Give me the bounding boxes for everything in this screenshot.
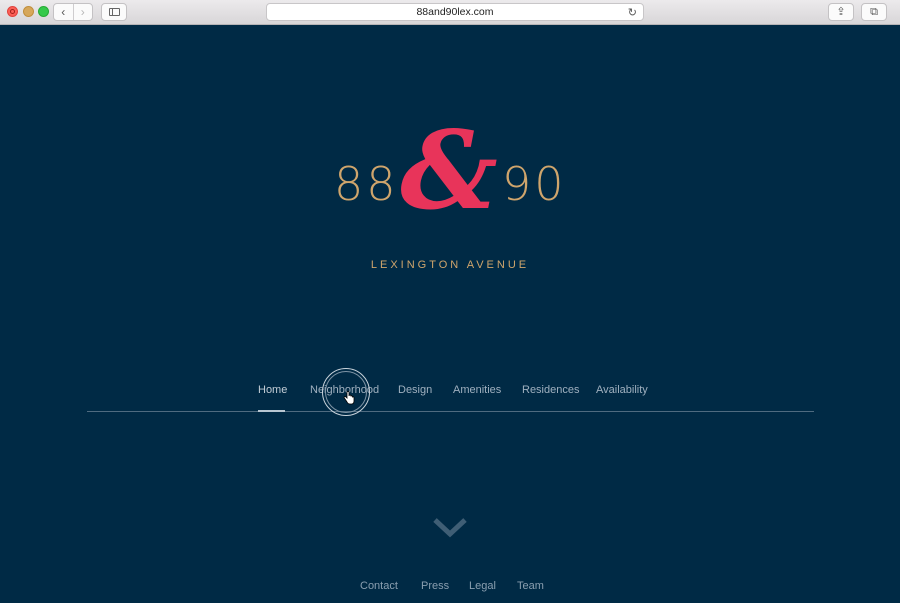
browser-window: ‹ › 88and90lex.com ↻ ⇪ ⧉ 88 & 90 LEXINGT… bbox=[0, 0, 900, 603]
tabs-icon: ⧉ bbox=[870, 6, 878, 18]
scroll-down-chevron-icon[interactable] bbox=[432, 517, 468, 541]
footer-link-contact[interactable]: Contact bbox=[360, 580, 398, 592]
logo-number-right: 90 bbox=[502, 157, 567, 211]
nav-item-design[interactable]: Design bbox=[398, 384, 432, 396]
main-navigation: Home Neighborhood Design Amenities Resid… bbox=[0, 384, 900, 404]
history-nav-group: ‹ › bbox=[53, 3, 93, 21]
hand-pointer-icon bbox=[343, 391, 355, 407]
reload-icon[interactable]: ↻ bbox=[628, 6, 637, 19]
browser-toolbar: ‹ › 88and90lex.com ↻ ⇪ ⧉ bbox=[0, 0, 900, 25]
footer-link-legal[interactable]: Legal bbox=[469, 580, 496, 592]
nav-item-availability[interactable]: Availability bbox=[596, 384, 648, 396]
share-button[interactable]: ⇪ bbox=[828, 3, 854, 21]
share-icon: ⇪ bbox=[836, 6, 846, 18]
nav-divider bbox=[87, 411, 814, 412]
nav-active-indicator bbox=[258, 410, 285, 412]
nav-item-home[interactable]: Home bbox=[258, 384, 287, 396]
sidebar-toggle-button[interactable] bbox=[101, 3, 127, 21]
back-icon[interactable]: ‹ bbox=[54, 4, 73, 20]
logo-number-left: 88 bbox=[334, 157, 399, 211]
maximize-window-button[interactable] bbox=[38, 6, 49, 17]
logo-ampersand: & bbox=[400, 108, 498, 234]
footer-link-press[interactable]: Press bbox=[421, 580, 449, 592]
forward-icon[interactable]: › bbox=[72, 4, 93, 20]
url-text: 88and90lex.com bbox=[416, 6, 494, 18]
address-bar[interactable]: 88and90lex.com ↻ bbox=[266, 3, 644, 21]
footer-link-team[interactable]: Team bbox=[517, 580, 544, 592]
close-window-button[interactable] bbox=[7, 6, 18, 17]
nav-item-amenities[interactable]: Amenities bbox=[453, 384, 501, 396]
nav-item-residences[interactable]: Residences bbox=[522, 384, 579, 396]
web-page: 88 & 90 LEXINGTON AVENUE Home Neighborho… bbox=[0, 25, 900, 603]
footer-navigation: Contact Press Legal Team bbox=[0, 580, 900, 596]
show-tabs-button[interactable]: ⧉ bbox=[861, 3, 887, 21]
logo-subtitle: LEXINGTON AVENUE bbox=[370, 259, 530, 271]
site-logo[interactable]: 88 & 90 bbox=[330, 117, 570, 235]
sidebar-icon bbox=[109, 8, 120, 16]
minimize-window-button[interactable] bbox=[23, 6, 34, 17]
